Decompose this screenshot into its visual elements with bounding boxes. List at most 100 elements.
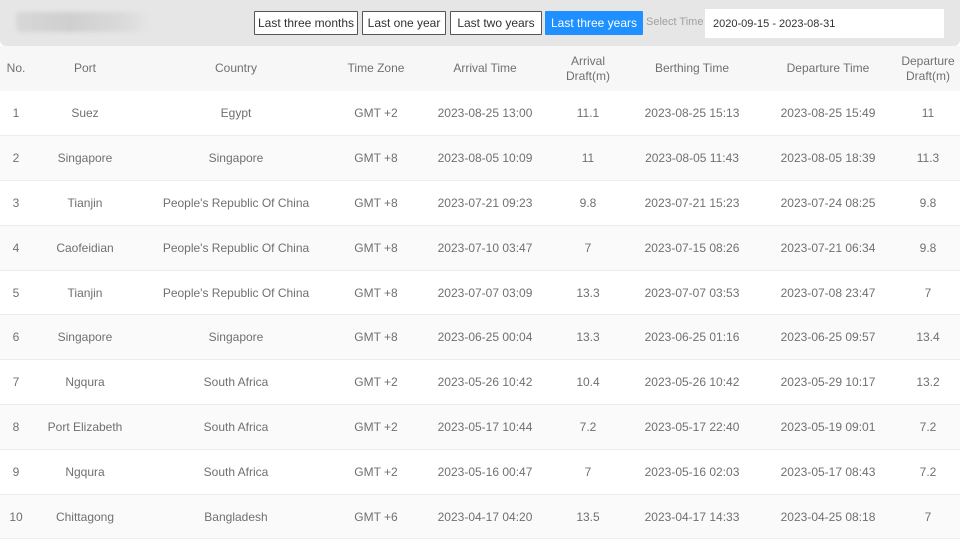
table-header-row: No. Port Country Time Zone Arrival Time Arriv… [0, 46, 960, 91]
table-row[interactable]: 1 Suez Egypt GMT +2 2023-08-25 13:00 11.1 2023… [0, 91, 960, 136]
date-range-input[interactable] [705, 9, 944, 38]
table-row[interactable]: 9 Ngqura South Africa GMT +2 2023-05-16 00:4… [0, 449, 960, 495]
cell-no: 6 [12, 330, 20, 345]
cell-no: 9 [12, 464, 20, 479]
cell-arrival-time: 2023-07-21 09:23 [437, 195, 533, 210]
cell-country: Singapore [208, 330, 264, 345]
cell-arrival-draft: 7.2 [579, 419, 597, 434]
table-row[interactable]: 8 Port Elizabeth South Africa GMT +2 2023-05… [0, 404, 960, 450]
cell-port: Ngqura [65, 375, 105, 390]
cell-departure-time: 2023-08-05 18:39 [780, 151, 876, 166]
cell-arrival-time: 2023-08-05 10:09 [437, 151, 533, 166]
cell-arrival-draft: 11 [581, 151, 595, 166]
cell-port: Tianjin [67, 285, 103, 300]
table-row[interactable]: 3 Tianjin People's Republic Of China GMT +8… [0, 181, 960, 226]
column-header-port: Port [73, 61, 96, 75]
cell-departure-draft: 13.4 [916, 330, 940, 345]
cell-departure-time: 2023-07-24 08:25 [780, 195, 876, 210]
cell-berthing-time: 2023-06-25 01:16 [644, 330, 740, 345]
cell-departure-draft: 7.2 [919, 464, 937, 479]
cell-departure-time: 2023-08-25 15:49 [780, 106, 876, 121]
table-row[interactable]: 5 Tianjin People's Republic Of China GMT +8… [0, 270, 960, 315]
cell-departure-draft: 9.8 [919, 240, 937, 255]
cell-arrival-time: 2023-07-10 03:47 [437, 240, 533, 255]
cell-country: South Africa [203, 419, 269, 434]
cell-country: South Africa [203, 464, 269, 479]
cell-port: Port Elizabeth [47, 419, 123, 434]
cell-no: 2 [12, 151, 20, 166]
cell-departure-time: 2023-05-17 08:43 [780, 464, 876, 479]
table-row[interactable]: 2 Singapore Singapore GMT +8 2023-08-05 10:0… [0, 135, 960, 181]
last-three-months-button[interactable]: Last three months [254, 11, 358, 35]
cell-departure-draft: 13.2 [916, 375, 940, 390]
cell-berthing-time: 2023-04-17 14:33 [644, 509, 740, 524]
cell-arrival-time: 2023-05-26 10:42 [437, 375, 533, 390]
cell-no: 10 [9, 509, 23, 524]
cell-no: 8 [12, 419, 20, 434]
select-time-label: Select Time [646, 16, 704, 28]
cell-port: Tianjin [67, 195, 103, 210]
cell-no: 5 [12, 285, 20, 300]
cell-country: Egypt [220, 106, 252, 121]
cell-departure-draft: 11.3 [916, 151, 940, 166]
cell-berthing-time: 2023-07-15 08:26 [644, 240, 740, 255]
column-header-departure-time: Departure Time [786, 61, 870, 75]
cell-berthing-time: 2023-07-21 15:23 [644, 195, 740, 210]
cell-departure-draft: 7.2 [919, 419, 937, 434]
cell-berthing-time: 2023-08-25 15:13 [644, 106, 740, 121]
cell-departure-draft: 7 [924, 509, 932, 524]
table-row[interactable]: 10 Chittagong Bangladesh GMT +6 2023-04-17 0… [0, 494, 960, 539]
column-header-arrival-draft: Arrival Draft(m) [566, 53, 610, 83]
cell-country: People's Republic Of China [162, 240, 310, 255]
cell-time-zone: GMT +2 [354, 419, 398, 434]
cell-country: People's Republic Of China [162, 195, 310, 210]
table-row[interactable]: 7 Ngqura South Africa GMT +2 2023-05-26 10:4… [0, 360, 960, 405]
cell-departure-time: 2023-04-25 08:18 [780, 509, 876, 524]
cell-departure-time: 2023-07-08 23:47 [780, 285, 876, 300]
cell-country: South Africa [203, 375, 269, 390]
column-header-departure-draft: Departure Draft(m) [901, 53, 955, 83]
cell-country: People's Republic Of China [162, 285, 310, 300]
cell-port: Singapore [57, 330, 113, 345]
cell-arrival-time: 2023-06-25 00:04 [437, 330, 533, 345]
cell-arrival-time: 2023-04-17 04:20 [437, 509, 533, 524]
cell-arrival-draft: 13.5 [576, 509, 600, 524]
cell-port: Ngqura [65, 464, 105, 479]
cell-departure-draft: 9.8 [919, 195, 937, 210]
cell-arrival-time: 2023-05-16 00:47 [437, 464, 533, 479]
cell-departure-time: 2023-07-21 06:34 [780, 240, 876, 255]
last-three-years-button[interactable]: Last three years [545, 11, 643, 35]
cell-time-zone: GMT +2 [354, 464, 398, 479]
table-body: 1 Suez Egypt GMT +2 2023-08-25 13:00 11.1 2023… [0, 91, 960, 539]
last-one-year-button[interactable]: Last one year [362, 11, 446, 35]
cell-time-zone: GMT +2 [354, 106, 398, 121]
column-header-arrival-time: Arrival Time [453, 61, 517, 75]
cell-port: Singapore [57, 151, 113, 166]
cell-port: Caofeidian [56, 240, 114, 255]
cell-arrival-draft: 7 [584, 464, 592, 479]
cell-arrival-time: 2023-08-25 13:00 [437, 106, 533, 121]
cell-time-zone: GMT +2 [354, 375, 398, 390]
cell-arrival-time: 2023-05-17 10:44 [437, 419, 533, 434]
cell-country: Bangladesh [204, 509, 268, 524]
cell-arrival-time: 2023-07-07 03:09 [437, 285, 533, 300]
cell-arrival-draft: 7 [584, 240, 592, 255]
column-header-no: No. [6, 61, 26, 75]
cell-arrival-draft: 13.3 [576, 285, 600, 300]
port-calls-table: No. Port Country Time Zone Arrival Time Arriv… [0, 46, 960, 539]
cell-port: Suez [71, 106, 99, 121]
last-two-years-button[interactable]: Last two years [450, 11, 542, 35]
cell-departure-time: 2023-05-19 09:01 [780, 419, 876, 434]
cell-departure-draft: 7 [924, 285, 932, 300]
cell-arrival-draft: 10.4 [576, 375, 600, 390]
toolbar: Last three months Last one year Last two… [0, 0, 960, 46]
table-row[interactable]: 6 Singapore Singapore GMT +8 2023-06-25 00:0… [0, 314, 960, 360]
cell-country: Singapore [208, 151, 264, 166]
cell-arrival-draft: 11.1 [576, 106, 600, 121]
cell-berthing-time: 2023-07-07 03:53 [644, 285, 740, 300]
cell-no: 3 [12, 195, 20, 210]
cell-berthing-time: 2023-08-05 11:43 [645, 151, 739, 166]
cell-berthing-time: 2023-05-26 10:42 [644, 375, 740, 390]
cell-berthing-time: 2023-05-16 02:03 [644, 464, 740, 479]
table-row[interactable]: 4 Caofeidian People's Republic Of China GMT… [0, 225, 960, 271]
